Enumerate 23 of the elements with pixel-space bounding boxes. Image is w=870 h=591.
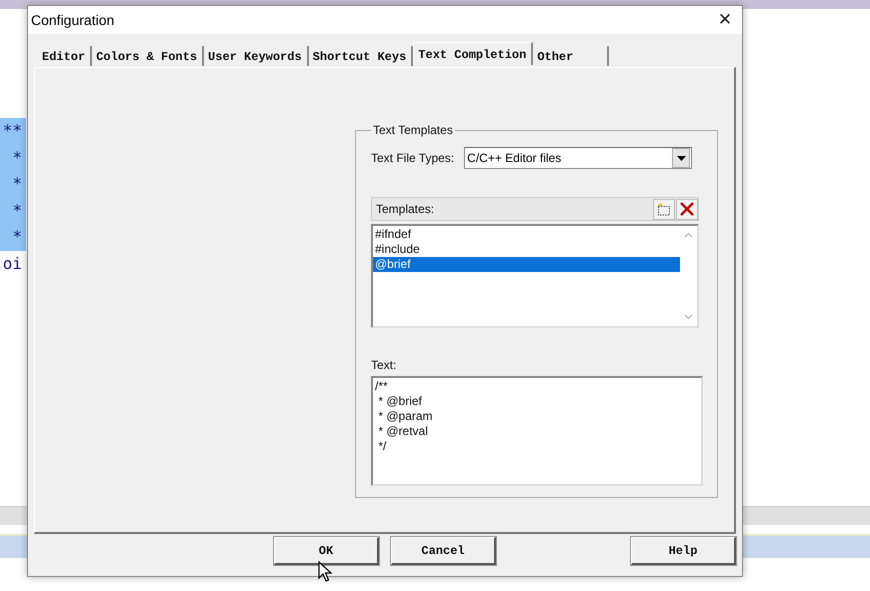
delete-template-button[interactable] [676, 198, 698, 220]
template-item[interactable]: @brief [373, 257, 680, 272]
scroll-down-icon [684, 314, 693, 320]
templates-label: Templates: [376, 202, 436, 216]
text-label: Text: [371, 358, 398, 372]
text-field[interactable]: /** * @brief * @param * @retval */ [371, 376, 703, 486]
dialog-button[interactable]: Help [631, 537, 736, 565]
scroll-up-icon [684, 232, 693, 238]
field-label: Text File Types: [371, 151, 454, 165]
window-title: Configuration [31, 12, 114, 28]
tab[interactable]: Text Completion [413, 42, 534, 65]
template-item[interactable]: #include [373, 242, 680, 257]
dropdown-arrow-icon [676, 156, 686, 160]
code-line: oi [2, 252, 23, 274]
mouse-pointer-icon [318, 561, 334, 583]
group-title: Text Templates [372, 123, 454, 137]
delete-icon [680, 202, 694, 216]
dialog-button[interactable]: OK [274, 537, 379, 565]
new-item-icon [657, 202, 671, 216]
dialog-button[interactable]: Cancel [391, 537, 496, 565]
file-types-dropdown[interactable]: C/C++ Editor files [464, 147, 692, 169]
template-item[interactable]: #ifndef [373, 227, 680, 242]
new-template-button[interactable] [653, 198, 675, 220]
